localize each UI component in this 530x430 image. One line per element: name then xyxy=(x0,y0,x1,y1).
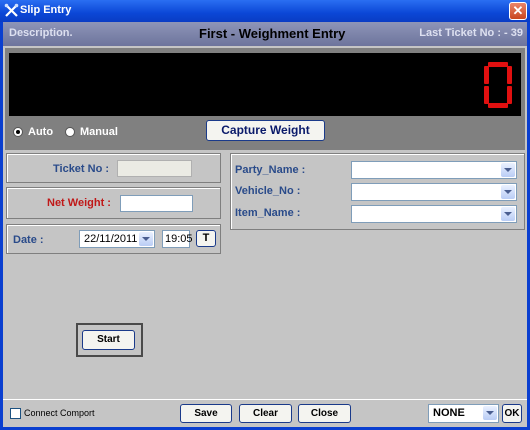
date-label: Date : xyxy=(13,234,44,246)
comport-select[interactable]: NONE xyxy=(428,404,499,423)
client-area: Description. First - Weighment Entry Las… xyxy=(3,22,527,427)
footer-bar: Connect Comport Save Clear Close NONE OK xyxy=(3,399,527,427)
set-time-button[interactable]: T xyxy=(196,230,216,247)
net-weight-field[interactable] xyxy=(120,195,193,212)
time-field[interactable]: 19:05 xyxy=(162,230,193,248)
last-ticket-label: Last Ticket No : - 39 xyxy=(419,27,523,39)
ok-button[interactable]: OK xyxy=(502,404,522,423)
manual-label: Manual xyxy=(80,126,118,138)
ticket-group: Ticket No : xyxy=(6,153,221,183)
start-button[interactable]: Start xyxy=(82,330,135,350)
weight-display-panel: 0 Auto Manual Capture Weight xyxy=(5,48,525,150)
party-name-label: Party_Name : xyxy=(235,164,306,176)
title-bar[interactable]: Slip Entry ✕ xyxy=(0,0,530,22)
chevron-down-icon[interactable] xyxy=(483,406,497,420)
slip-entry-window: Slip Entry ✕ Description. First - Weighm… xyxy=(0,0,530,430)
chevron-down-icon[interactable] xyxy=(501,207,515,221)
start-panel: Start xyxy=(76,323,143,357)
header-bar: Description. First - Weighment Entry Las… xyxy=(3,22,527,46)
ticket-no-field[interactable] xyxy=(117,160,192,177)
connect-comport-label: Connect Comport xyxy=(24,408,95,418)
comport-value: NONE xyxy=(433,407,465,419)
tools-icon xyxy=(4,3,19,17)
date-value: 22/11/2011 xyxy=(84,233,138,245)
item-name-label: Item_Name : xyxy=(235,207,301,219)
party-name-select[interactable] xyxy=(351,161,517,179)
auto-radio-option[interactable]: Auto xyxy=(13,124,53,140)
ticket-no-label: Ticket No : xyxy=(53,163,110,175)
manual-radio[interactable] xyxy=(65,127,75,137)
date-group: Date : 22/11/2011 19:05 T xyxy=(6,224,221,254)
clear-button[interactable]: Clear xyxy=(239,404,292,423)
weight-display: 0 xyxy=(9,53,521,116)
weight-digit-display xyxy=(484,62,512,108)
chevron-down-icon[interactable] xyxy=(139,232,153,246)
window-title: Slip Entry xyxy=(20,4,72,16)
date-picker[interactable]: 22/11/2011 xyxy=(79,230,155,248)
chevron-down-icon[interactable] xyxy=(501,185,515,199)
connect-comport-checkbox[interactable] xyxy=(10,408,21,419)
chevron-down-icon[interactable] xyxy=(501,163,515,177)
auto-radio[interactable] xyxy=(13,127,23,137)
vehicle-no-select[interactable] xyxy=(351,183,517,201)
save-button[interactable]: Save xyxy=(180,404,232,423)
page-title: First - Weighment Entry xyxy=(199,26,346,41)
item-name-select[interactable] xyxy=(351,205,517,223)
party-group: Party_Name : Vehicle_No : Item_Name : xyxy=(230,153,525,230)
manual-radio-option[interactable]: Manual xyxy=(65,124,118,140)
net-weight-group: Net Weight : xyxy=(6,187,221,219)
window-close-button[interactable]: ✕ xyxy=(509,2,527,20)
description-label: Description. xyxy=(9,27,73,39)
capture-weight-button[interactable]: Capture Weight xyxy=(206,120,325,141)
close-button[interactable]: Close xyxy=(298,404,351,423)
vehicle-no-label: Vehicle_No : xyxy=(235,185,301,197)
auto-label: Auto xyxy=(28,126,54,138)
net-weight-label: Net Weight : xyxy=(47,197,111,209)
